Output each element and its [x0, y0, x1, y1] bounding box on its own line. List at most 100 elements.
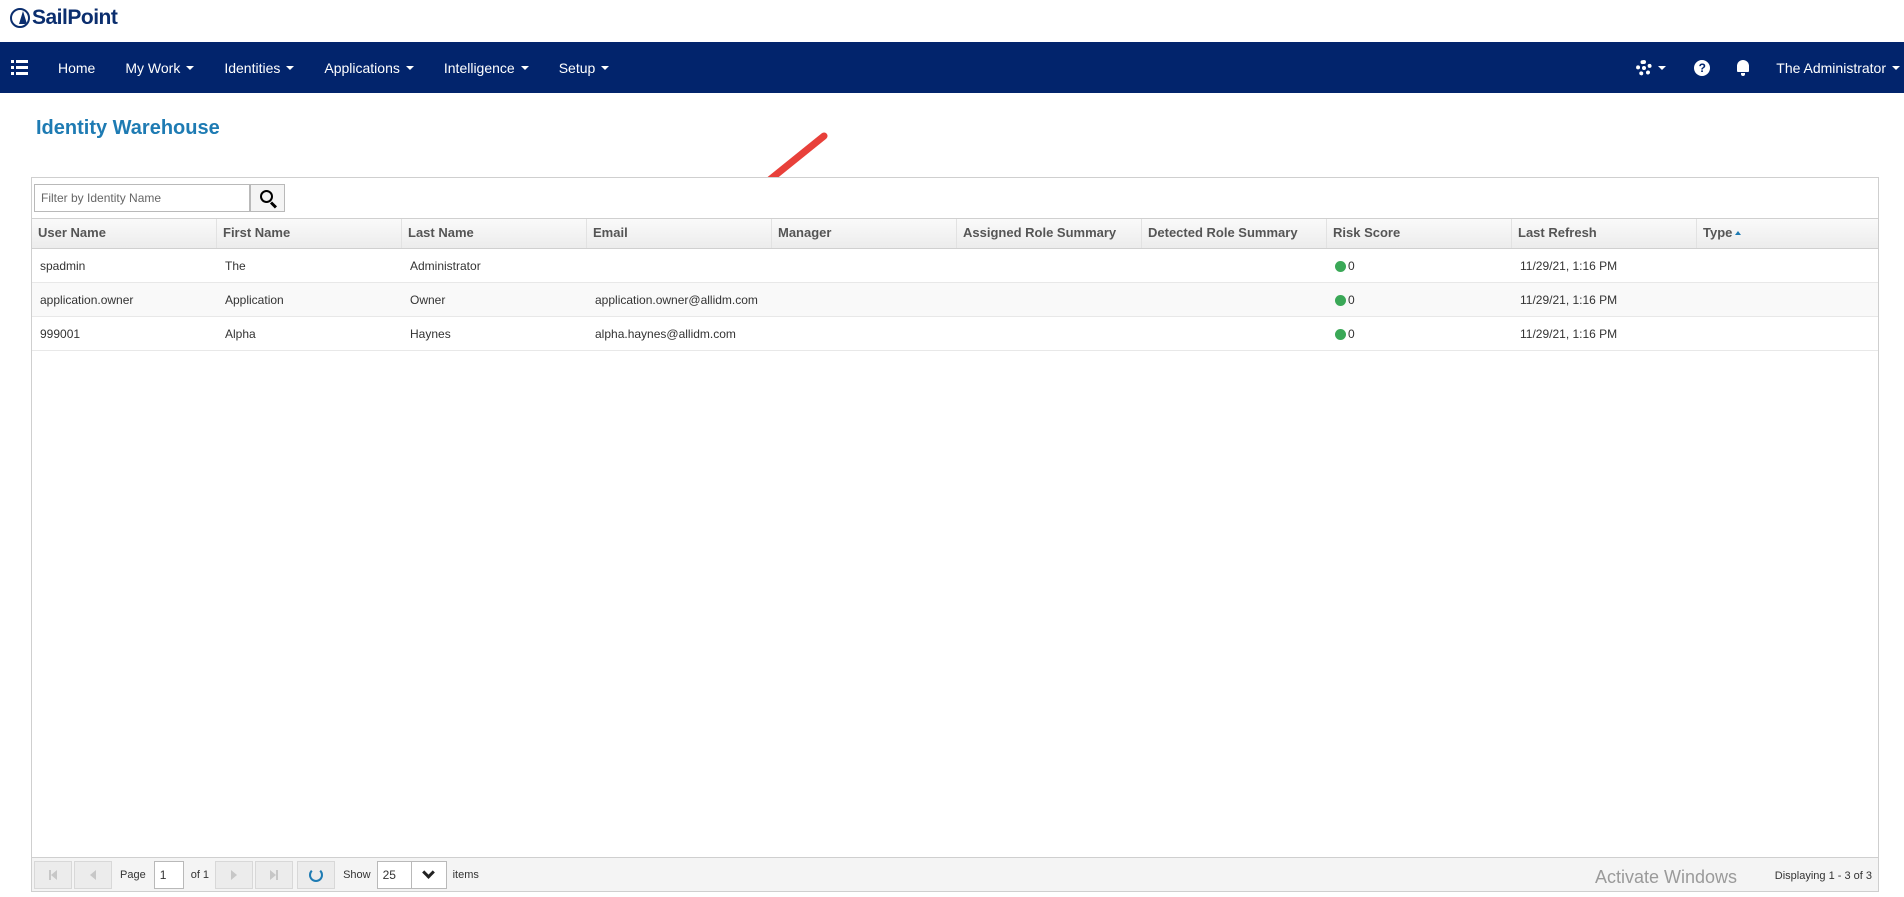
nav-home[interactable]: Home [58, 60, 95, 76]
last-page-button[interactable] [255, 860, 294, 889]
help-icon: ? [1694, 59, 1711, 76]
user-menu[interactable]: The Administrator [1776, 60, 1900, 76]
menu-icon[interactable] [11, 60, 28, 75]
user-name: The Administrator [1776, 59, 1886, 76]
search-button[interactable] [250, 184, 285, 212]
col-assigned-role-summary[interactable]: Assigned Role Summary [957, 219, 1142, 248]
caret-down-icon [520, 65, 529, 70]
refresh-icon [309, 867, 324, 882]
filter-bar [32, 178, 1878, 218]
cell-manager [772, 317, 957, 350]
risk-score-value: 0 [1348, 293, 1355, 307]
cell-user-name: application.owner [40, 293, 134, 307]
col-risk-score[interactable]: Risk Score [1327, 219, 1512, 248]
logo-icon [10, 8, 30, 28]
cell-type [1697, 283, 1878, 316]
first-page-button[interactable] [34, 860, 72, 889]
col-last-name[interactable]: Last Name [402, 219, 587, 248]
col-type[interactable]: Type [1697, 219, 1878, 248]
table-row[interactable]: spadmin The Administrator 0 11/29/21, 1:… [32, 249, 1878, 283]
cell-last-name: Owner [410, 293, 446, 307]
page-size-select[interactable]: 25 [376, 860, 447, 889]
notifications-button[interactable] [1736, 59, 1750, 76]
logo-bar: SailPoint [0, 0, 1904, 42]
cell-last-name: Administrator [410, 259, 481, 273]
cell-assigned-roles [957, 249, 1142, 282]
displaying-count: Displaying 1 - 3 of 3 [1774, 870, 1872, 882]
cell-first-name: Application [225, 293, 284, 307]
cell-last-refresh: 11/29/21, 1:16 PM [1520, 327, 1618, 341]
col-manager[interactable]: Manager [772, 219, 957, 248]
caret-down-icon [601, 65, 610, 70]
cell-risk-score: 0 [1327, 317, 1512, 350]
table-row[interactable]: application.owner Application Owner appl… [32, 283, 1878, 317]
cell-manager [772, 249, 957, 282]
bell-icon [1736, 59, 1750, 76]
nav-my-work-label: My Work [125, 59, 181, 76]
nav-intelligence-label: Intelligence [443, 59, 515, 76]
risk-score-value: 0 [1348, 259, 1355, 273]
col-type-label: Type [1703, 225, 1733, 240]
sort-ascending-icon [1735, 231, 1742, 235]
last-page-bar [276, 869, 279, 880]
cell-assigned-roles [957, 317, 1142, 350]
prev-page-icon [90, 869, 96, 880]
col-user-name[interactable]: User Name [32, 219, 217, 248]
cell-detected-roles [1142, 249, 1327, 282]
nav-my-work[interactable]: My Work [125, 59, 195, 76]
page-size-dropdown[interactable] [412, 862, 446, 888]
cell-user-name: 999001 [40, 327, 81, 341]
identity-filter-input[interactable] [34, 184, 250, 212]
chevron-down-icon [422, 866, 435, 879]
nav-home-label: Home [58, 59, 96, 76]
identity-grid: User Name First Name Last Name Email Man… [31, 177, 1879, 892]
settings-menu[interactable] [1636, 59, 1667, 76]
table-row[interactable]: 999001 Alpha Haynes alpha.haynes@allidm.… [32, 317, 1878, 351]
refresh-button[interactable] [297, 860, 336, 889]
caret-down-icon [1658, 65, 1667, 70]
next-page-button[interactable] [215, 860, 254, 889]
nav-setup-label: Setup [558, 59, 596, 76]
help-button[interactable]: ? [1694, 59, 1711, 76]
risk-status-icon [1335, 329, 1346, 340]
cell-risk-score: 0 [1327, 249, 1512, 282]
cell-user-name: spadmin [40, 259, 86, 273]
nav-setup[interactable]: Setup [559, 60, 610, 76]
cell-assigned-roles [957, 283, 1142, 316]
cell-type [1697, 317, 1878, 350]
page-count: of 1 [190, 868, 210, 881]
cell-detected-roles [1142, 283, 1327, 316]
nav-identities[interactable]: Identities [224, 59, 295, 76]
nav-applications[interactable]: Applications [324, 60, 414, 76]
first-page-arrow [51, 869, 57, 880]
page-size-value: 25 [378, 861, 412, 888]
nav-right: ? The Administrator [1636, 42, 1904, 93]
nav-identities-label: Identities [224, 59, 281, 76]
table-header: User Name First Name Last Name Email Man… [32, 218, 1878, 249]
gear-icon [1636, 59, 1653, 76]
show-label: Show [343, 868, 371, 881]
col-email[interactable]: Email [587, 219, 772, 248]
page-title: Identity Warehouse [36, 117, 220, 139]
col-first-name[interactable]: First Name [217, 219, 402, 248]
cell-email: alpha.haynes@allidm.com [595, 327, 736, 341]
caret-down-icon [286, 65, 295, 70]
cell-detected-roles [1142, 317, 1327, 350]
risk-status-icon [1335, 295, 1346, 306]
sailpoint-logo[interactable]: SailPoint [10, 6, 118, 30]
items-label: items [452, 868, 479, 881]
cell-first-name: The [225, 259, 246, 273]
cell-first-name: Alpha [225, 327, 256, 341]
col-last-refresh[interactable]: Last Refresh [1512, 219, 1697, 248]
nav-intelligence[interactable]: Intelligence [444, 60, 529, 76]
page-number-input[interactable]: 1 [153, 860, 184, 889]
caret-down-icon [405, 65, 414, 70]
search-icon [259, 190, 273, 203]
logo-text: SailPoint [32, 6, 118, 29]
col-detected-role-summary[interactable]: Detected Role Summary [1142, 219, 1327, 248]
cell-email [587, 249, 772, 282]
caret-down-icon [1892, 65, 1900, 70]
cell-type [1697, 249, 1878, 282]
prev-page-button[interactable] [74, 860, 112, 889]
page-label: Page [120, 868, 146, 881]
